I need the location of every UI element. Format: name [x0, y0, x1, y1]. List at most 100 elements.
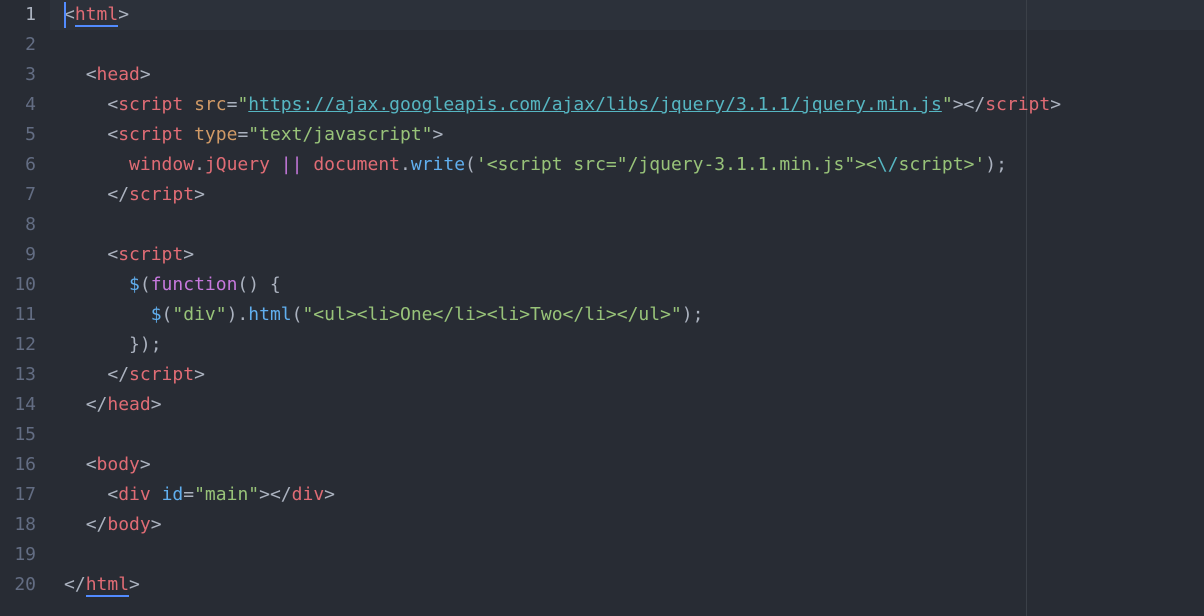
tag-name: body [96, 454, 140, 475]
code-editor[interactable]: 1 2 3 4 5 6 7 8 9 10 11 12 13 14 15 16 1… [0, 0, 1204, 616]
punctuation: </ [107, 184, 130, 205]
line-number[interactable]: 3 [0, 60, 36, 90]
line-number[interactable]: 2 [0, 30, 36, 60]
punctuation: () { [237, 274, 281, 295]
punctuation: . [194, 154, 205, 175]
string-literal: "<ul><li>One</li><li>Two</li></ul>" [302, 304, 682, 325]
attribute-value: "text/javascript" [248, 124, 433, 145]
punctuation: < [85, 454, 97, 475]
tag-name: div [118, 484, 151, 505]
line-number[interactable]: 11 [0, 300, 36, 330]
code-line[interactable]: </body> [64, 510, 162, 540]
line-number[interactable]: 5 [0, 120, 36, 150]
tag-name: div [291, 484, 325, 505]
line-number[interactable]: 20 [0, 570, 36, 600]
line-number[interactable]: 15 [0, 420, 36, 450]
code-line[interactable]: <html> [64, 0, 129, 30]
punctuation: </ [85, 514, 108, 535]
punctuation: < [107, 94, 119, 115]
string-quote: " [237, 94, 249, 115]
line-number[interactable]: 6 [0, 150, 36, 180]
line-number-gutter[interactable]: 1 2 3 4 5 6 7 8 9 10 11 12 13 14 15 16 1… [0, 0, 50, 616]
code-line[interactable]: <script type="text/javascript"> [64, 120, 443, 150]
line-number[interactable]: 18 [0, 510, 36, 540]
text-cursor [64, 2, 66, 28]
line-number[interactable]: 19 [0, 540, 36, 570]
punctuation: </ [64, 574, 86, 595]
line-number[interactable]: 1 [0, 0, 36, 30]
punctuation: > [183, 244, 195, 265]
code-line[interactable]: <head> [64, 60, 151, 90]
code-line[interactable]: </script> [64, 180, 205, 210]
punctuation: < [107, 244, 119, 265]
punctuation: ( [465, 154, 476, 175]
punctuation: > [150, 514, 162, 535]
punctuation: > [139, 64, 151, 85]
punctuation: < [107, 484, 119, 505]
code-line[interactable]: </head> [64, 390, 162, 420]
keyword: function [150, 274, 238, 295]
punctuation: > [118, 4, 130, 25]
tag-name: script [129, 184, 195, 205]
escape-sequence: \/ [876, 154, 899, 175]
property: jQuery [204, 154, 270, 175]
code-line[interactable]: </html> [64, 570, 140, 600]
code-line[interactable]: <script> [64, 240, 194, 270]
code-line[interactable]: }); [64, 330, 162, 360]
code-line[interactable]: <script src="https://ajax.googleapis.com… [64, 90, 1061, 120]
operator: || [280, 154, 303, 175]
punctuation: > [194, 184, 205, 205]
code-area[interactable]: <html> <head> <script src="https://ajax.… [64, 0, 1204, 616]
code-line[interactable]: <div id="main"></div> [64, 480, 335, 510]
tag-name: head [96, 64, 140, 85]
line-number[interactable]: 10 [0, 270, 36, 300]
line-number[interactable]: 4 [0, 90, 36, 120]
punctuation: ></ [952, 94, 986, 115]
punctuation: = [226, 94, 238, 115]
code-line[interactable]: window.jQuery || document.write('<script… [64, 150, 1007, 180]
code-line[interactable]: $(function() { [64, 270, 281, 300]
punctuation: ); [985, 154, 1007, 175]
variable: window [129, 154, 195, 175]
tag-name: html [85, 574, 130, 597]
string-literal: "div" [172, 304, 227, 325]
punctuation: > [150, 394, 162, 415]
line-number[interactable]: 12 [0, 330, 36, 360]
line-number[interactable]: 13 [0, 360, 36, 390]
punctuation: </ [85, 394, 108, 415]
punctuation: > [432, 124, 444, 145]
tag-name: html [74, 4, 119, 27]
url-link[interactable]: https://ajax.googleapis.com/ajax/libs/jq… [248, 94, 942, 115]
punctuation: > [324, 484, 335, 505]
attribute-name: type [194, 124, 238, 145]
line-number[interactable]: 9 [0, 240, 36, 270]
line-number[interactable]: 8 [0, 210, 36, 240]
code-line[interactable]: $("div").html("<ul><li>One</li><li>Two</… [64, 300, 704, 330]
method-name: html [248, 304, 292, 325]
code-line[interactable]: <body> [64, 450, 151, 480]
punctuation: = [237, 124, 249, 145]
string-literal: script>' [898, 154, 986, 175]
punctuation: > [129, 574, 140, 595]
code-line[interactable]: </script> [64, 360, 205, 390]
line-number[interactable]: 17 [0, 480, 36, 510]
line-number[interactable]: 7 [0, 180, 36, 210]
punctuation: > [139, 454, 151, 475]
line-number[interactable]: 14 [0, 390, 36, 420]
string-literal: '<script src="/jquery-3.1.1.min.js">< [475, 154, 877, 175]
line-number[interactable]: 16 [0, 450, 36, 480]
method-name: write [410, 154, 466, 175]
punctuation: < [85, 64, 97, 85]
